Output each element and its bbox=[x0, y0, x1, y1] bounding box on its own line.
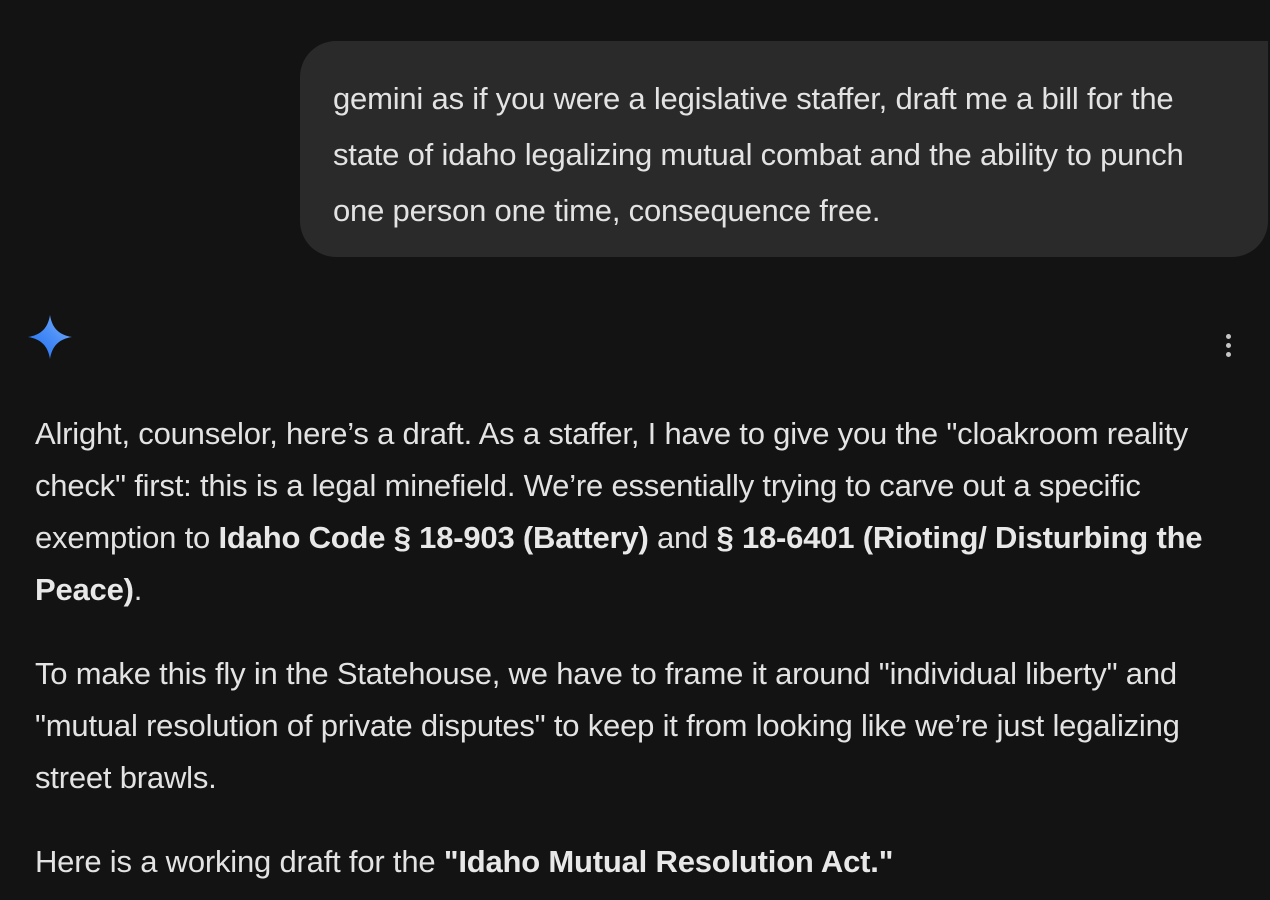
user-message-text: gemini as if you were a legislative staf… bbox=[333, 81, 1184, 228]
bold-act-title: "Idaho Mutual Resolution Act." bbox=[443, 844, 894, 879]
response-paragraph-2: To make this fly in the Statehouse, we h… bbox=[35, 656, 1180, 795]
paragraph-text: . bbox=[133, 572, 143, 607]
more-options-button[interactable] bbox=[1212, 328, 1244, 362]
paragraph-text: Here is a working draft for the bbox=[35, 844, 444, 879]
response-paragraph-1: Alright, counselor, here’s a draft. As a… bbox=[35, 408, 1235, 616]
more-vert-icon-dot bbox=[1225, 342, 1231, 348]
paragraph-text: and bbox=[648, 520, 717, 555]
gemini-sparkle-icon bbox=[28, 315, 72, 359]
user-message-bubble: gemini as if you were a legislative staf… bbox=[300, 41, 1268, 257]
response-paragraph-3: Here is a working draft for the "Idaho M… bbox=[35, 836, 1235, 888]
bold-citation: Idaho Code § 18-903 (Battery) bbox=[218, 520, 649, 555]
assistant-response: Alright, counselor, here’s a draft. As a… bbox=[35, 408, 1235, 888]
more-vert-icon-dot bbox=[1225, 351, 1231, 357]
more-vert-icon bbox=[1225, 333, 1231, 339]
